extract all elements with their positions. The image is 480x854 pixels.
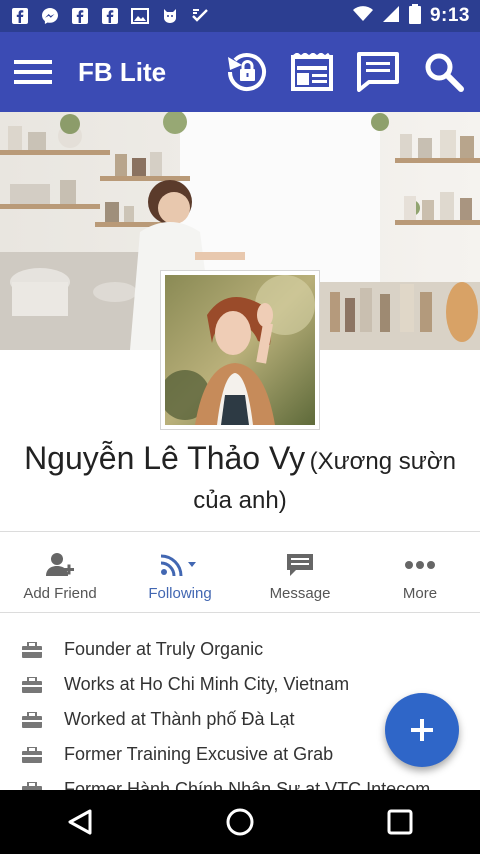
divider [0,612,480,613]
work-item-text: Worked at Thành phố Đà Lạt [64,709,295,729]
news-feed-icon [291,53,333,91]
message-button[interactable]: Message [240,540,360,612]
work-item-text: Works at Ho Chi Minh City, Vietnam [64,674,350,694]
message-label: Message [269,584,331,602]
notification-icons [10,6,210,26]
recents-button[interactable] [370,797,430,847]
navigation-bar [0,790,480,854]
plus-icon [411,719,433,741]
add-friend-label: Add Friend [23,584,97,602]
profile-full-name: Nguyễn Lê Thảo Vy [24,440,306,476]
status-bar: 9:13 [0,0,480,32]
briefcase-icon [22,641,42,658]
app-title: FB Lite [78,56,167,87]
image-icon [130,6,150,26]
following-label: Following [148,584,212,602]
news-feed-button[interactable] [290,50,334,94]
recents-icon [387,809,413,835]
app-bar: FB Lite [0,32,480,112]
more-button[interactable]: More [360,540,480,612]
back-button[interactable] [50,797,110,847]
messages-button[interactable] [356,50,400,94]
briefcase-icon [22,676,42,693]
message-icon [286,551,314,579]
clock: 9:13 [429,5,470,26]
wifi-icon [352,5,373,27]
checklist-icon [190,6,210,26]
add-fab-button[interactable] [385,693,459,767]
following-button[interactable]: Following [120,540,240,612]
facebook-icon [100,6,120,26]
work-item-text: Former Training Excusive at Grab [64,744,334,764]
more-icon [405,551,435,579]
profile-picture [165,275,315,425]
screen: 9:13 FB Lite Nguyễn Lê Thảo Vy (Xương sư… [0,0,480,854]
hamburger-icon [14,60,52,84]
home-icon [226,808,254,836]
add-friend-button[interactable]: Add Friend [0,540,120,612]
work-item-text: Former Hành Chính Nhân Sự at VTC Intecom [64,779,431,790]
briefcase-icon [22,746,42,763]
work-item[interactable]: Founder at Truly Organic [0,632,480,667]
profile-name: Nguyễn Lê Thảo Vy (Xương sườn của anh) [0,440,480,522]
battery-icon [408,3,421,29]
cat-icon [160,6,180,26]
messages-icon [357,52,399,92]
more-label: More [402,584,438,602]
avatar[interactable] [160,270,320,430]
facebook-icon [10,6,30,26]
messenger-icon [40,6,60,26]
briefcase-icon [22,781,42,790]
facebook-icon [70,6,90,26]
back-icon [68,809,92,835]
briefcase-icon [22,711,42,728]
work-item-text: Founder at Truly Organic [64,639,264,659]
signal-icon [382,5,400,28]
friend-requests-button[interactable] [224,50,268,94]
profile-actions: Add Friend Following Message More [0,540,480,612]
following-icon [160,551,200,579]
menu-button[interactable] [14,57,52,87]
home-button[interactable] [210,797,270,847]
search-icon [425,53,464,92]
divider [0,531,480,532]
work-item[interactable]: Former Hành Chính Nhân Sự at VTC Intecom [0,772,480,790]
friend-requests-icon [228,53,266,92]
add-friend-icon [46,551,74,579]
search-button[interactable] [422,50,466,94]
